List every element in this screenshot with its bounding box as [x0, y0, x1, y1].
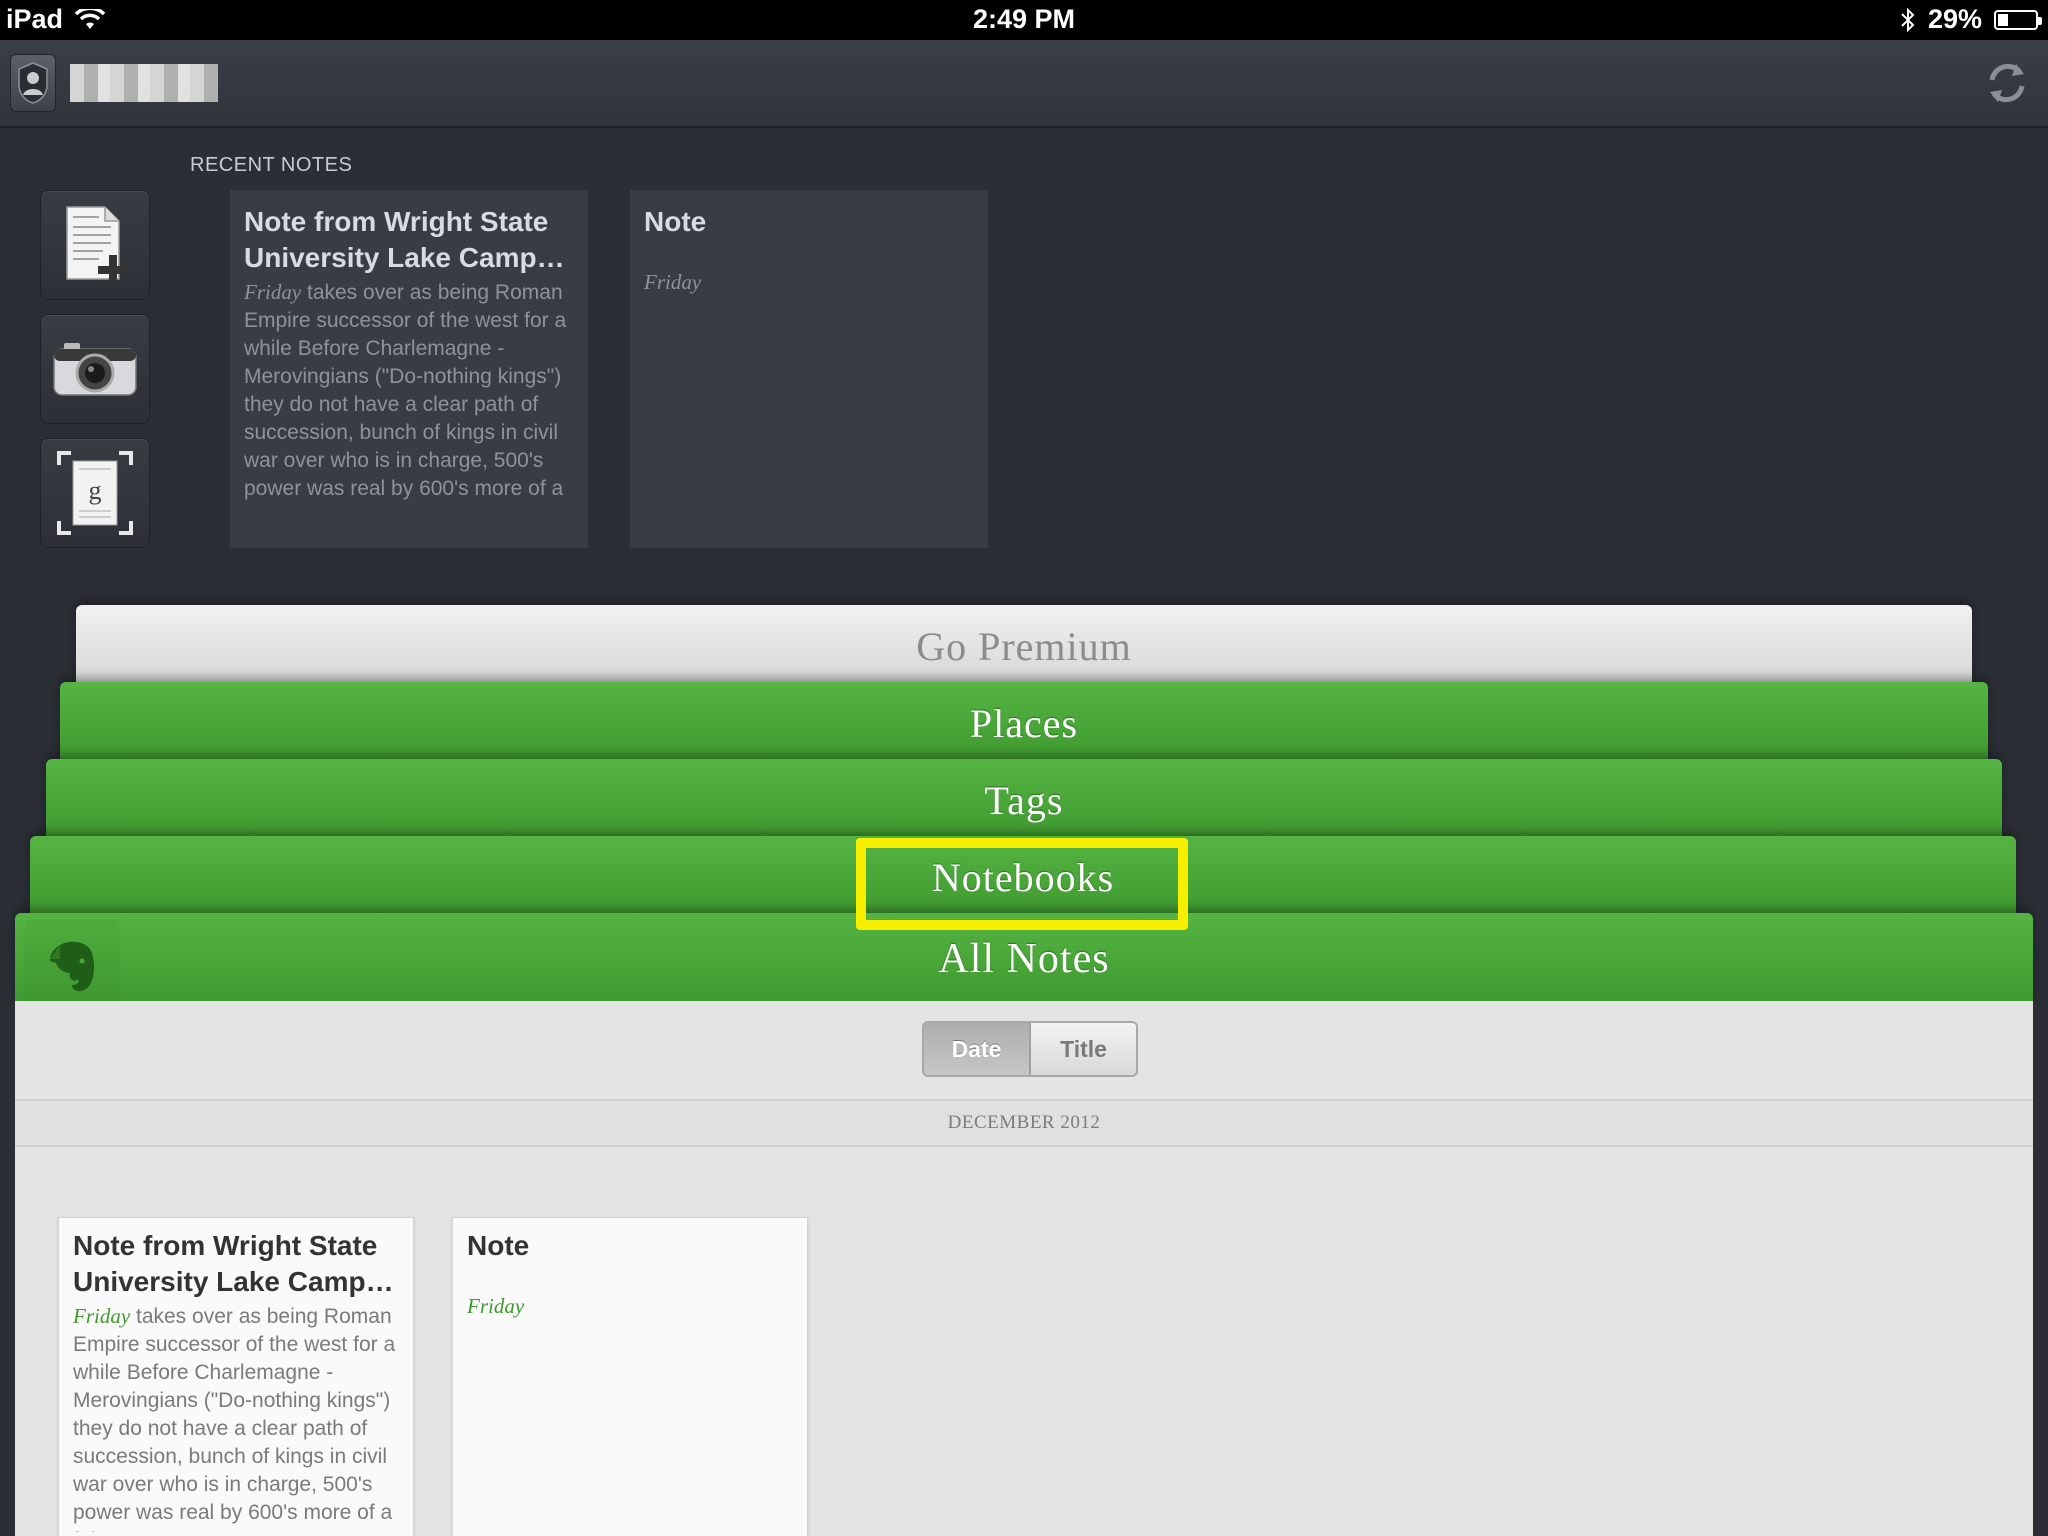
note-date: Friday [644, 270, 702, 294]
tab-go-premium[interactable]: Go Premium [76, 605, 1972, 685]
notebooks-highlight [856, 838, 1188, 930]
recent-note-card[interactable]: Note Friday [630, 190, 988, 548]
note-card[interactable]: Note from Wright State University Lake C… [58, 1217, 414, 1536]
top-toolbar [0, 40, 2048, 128]
note-snippet-text: takes over as being Roman Empire success… [73, 1305, 396, 1532]
sync-button[interactable] [1982, 58, 2032, 108]
evernote-elephant-icon [50, 941, 94, 992]
note-title: Note [644, 206, 707, 237]
note-snippet-text: takes over as being Roman Empire success… [244, 281, 567, 500]
note-date: Friday [244, 280, 302, 304]
camera-note-button[interactable] [40, 314, 150, 424]
battery-percentage: 29% [1927, 4, 1982, 34]
svg-text:g: g [89, 476, 102, 505]
note-card[interactable]: Note Friday [452, 1217, 808, 1536]
tab-label: All Notes [938, 936, 1110, 982]
all-notes-panel: Date Title DECEMBER 2012 Note from Wrigh… [15, 1001, 2033, 1536]
evernote-home-button[interactable] [25, 920, 119, 1014]
tab-label: Go Premium [916, 624, 1132, 669]
new-note-button[interactable] [40, 190, 150, 300]
note-date: Friday [467, 1294, 525, 1318]
month-header: DECEMBER 2012 [15, 1099, 2033, 1147]
tab-label: Tags [984, 778, 1064, 823]
camera-icon [53, 343, 137, 396]
sort-toggle: Date Title [922, 1021, 1138, 1077]
account-icon [18, 62, 48, 104]
page-camera-icon: g [57, 451, 133, 535]
note-title: Note from Wright State University Lake C… [73, 1230, 394, 1297]
bluetooth-icon [1901, 7, 1915, 32]
sort-by-title-button[interactable]: Title [1031, 1023, 1136, 1075]
clock: 2:49 PM [972, 4, 1076, 34]
note-snippet: Friday takes over as being Roman Empire … [73, 1302, 399, 1532]
tab-tags[interactable]: Tags [46, 759, 2002, 839]
tab-places[interactable]: Places [60, 682, 1988, 762]
note-title: Note [467, 1230, 530, 1261]
recent-note-card[interactable]: Note from Wright State University Lake C… [230, 190, 588, 548]
tab-label: Places [969, 701, 1079, 746]
account-name-redacted [70, 64, 218, 102]
note-snippet: Friday takes over as being Roman Empire … [244, 278, 574, 502]
sort-by-date-button[interactable]: Date [924, 1023, 1031, 1075]
account-button[interactable] [10, 54, 56, 112]
battery-icon [1994, 9, 2042, 30]
status-bar: iPad 2:49 PM 29% [0, 0, 2048, 40]
page-camera-button[interactable]: g [40, 438, 150, 548]
new-note-icon [66, 206, 128, 285]
sync-icon [1989, 63, 2025, 103]
recent-notes-label: RECENT NOTES [190, 154, 353, 176]
note-date: Friday [73, 1304, 131, 1328]
note-title: Note from Wright State University Lake C… [244, 206, 565, 273]
